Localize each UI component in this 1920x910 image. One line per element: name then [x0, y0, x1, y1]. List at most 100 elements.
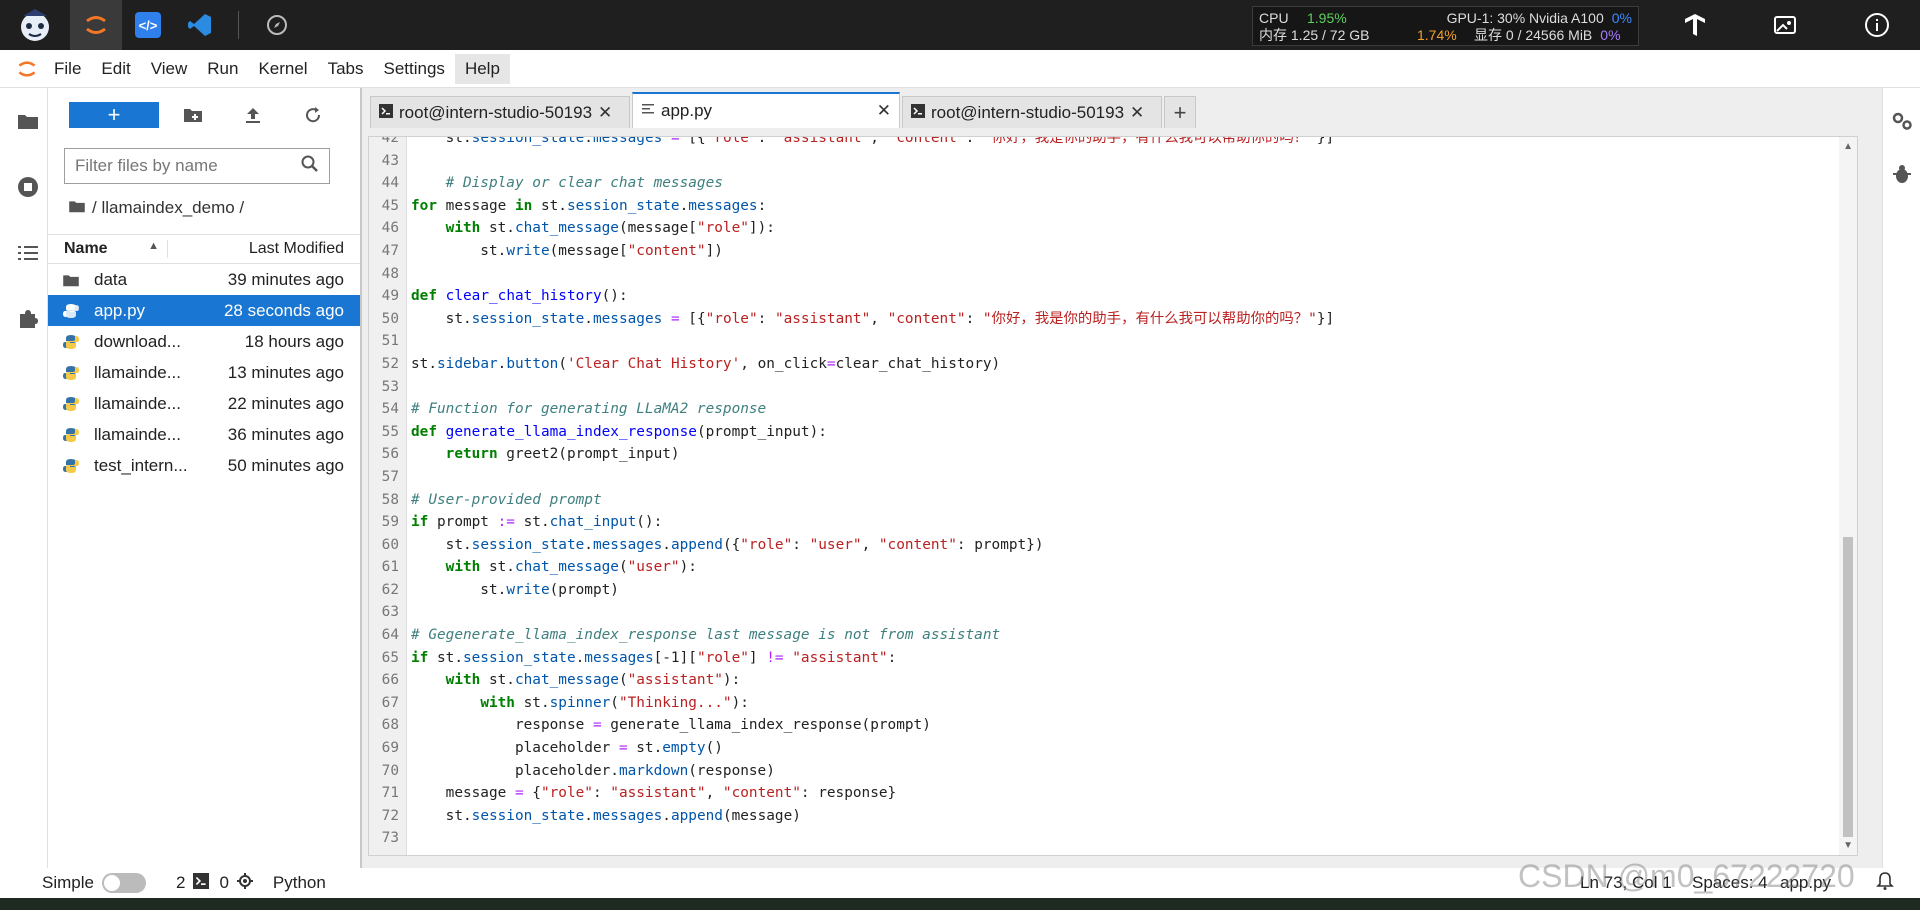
new-launcher-button[interactable]: +: [69, 102, 159, 128]
code-line[interactable]: 56 return greet2(prompt_input): [369, 443, 1857, 466]
tensorflow-icon[interactable]: [1670, 0, 1720, 50]
code-line[interactable]: 60 st.session_state.messages.append({"ro…: [369, 534, 1857, 557]
code-line[interactable]: 54 # Function for generating LLaMA2 respo…: [369, 398, 1857, 421]
filter-files-field[interactable]: [64, 148, 330, 184]
file-row[interactable]: test_intern... 50 minutes ago: [48, 450, 360, 481]
menu-tabs[interactable]: Tabs: [318, 54, 374, 84]
folder-icon[interactable]: [8, 88, 48, 154]
python-icon: [48, 458, 94, 474]
code-line[interactable]: 62 st.write(prompt): [369, 579, 1857, 602]
code-line[interactable]: 55 def generate_llama_index_response(prom…: [369, 421, 1857, 444]
code-line[interactable]: 64 # Gegenerate_llama_index_response last…: [369, 624, 1857, 647]
file-row[interactable]: download... 18 hours ago: [48, 326, 360, 357]
menu-view[interactable]: View: [141, 54, 198, 84]
code-line[interactable]: 68 response = generate_llama_index_respo…: [369, 714, 1857, 737]
file-row[interactable]: data 39 minutes ago: [48, 264, 360, 295]
menu-settings[interactable]: Settings: [374, 54, 455, 84]
running-kernels-icon[interactable]: [8, 154, 48, 220]
code-line[interactable]: 63: [369, 601, 1857, 624]
scrollbar-thumb[interactable]: [1843, 537, 1853, 837]
code-content[interactable]: 42 st.session_state.messages = [{"role":…: [369, 137, 1857, 850]
code-line[interactable]: 42 st.session_state.messages = [{"role":…: [369, 137, 1857, 150]
code-line[interactable]: 50 st.session_state.messages = [{"role":…: [369, 308, 1857, 331]
terminal-icon: [911, 103, 925, 123]
code-line[interactable]: 44 # Display or clear chat messages: [369, 172, 1857, 195]
menu-file[interactable]: File: [44, 54, 91, 84]
code-line[interactable]: 71 message = {"role": "assistant", "cont…: [369, 782, 1857, 805]
code-line[interactable]: 61 with st.chat_message("user"):: [369, 556, 1857, 579]
filter-files-input[interactable]: [75, 156, 301, 176]
code-line[interactable]: 66 with st.chat_message("assistant"):: [369, 669, 1857, 692]
extensions-icon[interactable]: [8, 286, 48, 352]
code-line[interactable]: 70 placeholder.markdown(response): [369, 760, 1857, 783]
new-tab-button[interactable]: +: [1164, 96, 1196, 128]
last-modified-column-header[interactable]: Last Modified: [168, 240, 360, 258]
tab-app-py[interactable]: app.py ✕: [632, 92, 900, 128]
code-line[interactable]: 67 with st.spinner("Thinking..."):: [369, 692, 1857, 715]
upload-icon[interactable]: [223, 106, 283, 124]
tab-terminal-1[interactable]: root@intern-studio-50193 ✕: [370, 96, 630, 128]
folder-icon[interactable]: [68, 198, 86, 218]
info-icon[interactable]: [1852, 0, 1902, 50]
code-line[interactable]: 48: [369, 263, 1857, 286]
file-row[interactable]: llamainde... 36 minutes ago: [48, 419, 360, 450]
code-server-icon[interactable]: </>: [122, 0, 174, 50]
code-line[interactable]: 49 def clear_chat_history():: [369, 285, 1857, 308]
menu-run[interactable]: Run: [197, 54, 248, 84]
code-line[interactable]: 59 if prompt := st.chat_input():: [369, 511, 1857, 534]
tab-label: root@intern-studio-50193: [399, 102, 593, 122]
kernel-name[interactable]: Python: [273, 873, 326, 893]
vram-label: 显存 0 / 24566 MiB: [1474, 27, 1593, 43]
menu-kernel[interactable]: Kernel: [248, 54, 317, 84]
file-row[interactable]: llamainde... 22 minutes ago: [48, 388, 360, 419]
terminal-count[interactable]: 2: [176, 873, 185, 893]
refresh-icon[interactable]: [283, 106, 343, 124]
table-of-contents-icon[interactable]: [8, 220, 48, 286]
code-line[interactable]: 73: [369, 827, 1857, 850]
code-line[interactable]: 47 st.write(message["content"]): [369, 240, 1857, 263]
line-number: 56: [381, 446, 399, 463]
code-line[interactable]: 52 st.sidebar.button('Clear Chat History'…: [369, 353, 1857, 376]
new-folder-icon[interactable]: [163, 107, 223, 123]
file-list: data 39 minutes ago app.py 28 seconds ag…: [48, 264, 360, 481]
menu-help[interactable]: Help: [454, 53, 510, 84]
code-line[interactable]: 57: [369, 466, 1857, 489]
file-row[interactable]: llamainde... 13 minutes ago: [48, 357, 360, 388]
close-icon[interactable]: ✕: [598, 103, 612, 123]
property-inspector-icon[interactable]: [1883, 88, 1920, 154]
scroll-up-icon[interactable]: ▲: [1843, 141, 1853, 152]
code-line[interactable]: 69 placeholder = st.empty(): [369, 737, 1857, 760]
debugger-icon[interactable]: [1883, 154, 1920, 194]
vertical-scrollbar[interactable]: ▲ ▼: [1839, 137, 1857, 855]
line-number: 45: [381, 197, 399, 214]
line-number: 49: [381, 288, 399, 305]
code-line[interactable]: 58 # User-provided prompt: [369, 489, 1857, 512]
code-line[interactable]: 51: [369, 330, 1857, 353]
code-line[interactable]: 65 if st.session_state.messages[-1]["role…: [369, 647, 1857, 670]
kernel-count[interactable]: 0: [219, 873, 228, 893]
tab-terminal-2[interactable]: root@intern-studio-50193 ✕: [902, 96, 1162, 128]
python-icon: [48, 303, 94, 319]
code-line[interactable]: 46 with st.chat_message(message["role"])…: [369, 217, 1857, 240]
code-editor[interactable]: 42 st.session_state.messages = [{"role":…: [368, 136, 1858, 856]
simple-mode-toggle[interactable]: [101, 873, 146, 893]
file-row-selected[interactable]: app.py 28 seconds ago: [48, 295, 360, 326]
breadcrumb-path[interactable]: / llamaindex_demo /: [92, 198, 244, 218]
vscode-icon[interactable]: [174, 0, 226, 50]
scroll-down-icon[interactable]: ▼: [1843, 840, 1853, 851]
code-line[interactable]: 43: [369, 150, 1857, 173]
jupyter-app-icon[interactable]: [70, 0, 122, 50]
search-icon: [301, 155, 319, 178]
compass-icon[interactable]: [251, 0, 303, 50]
name-column-header[interactable]: Name ▲: [48, 240, 168, 258]
code-line[interactable]: 53: [369, 376, 1857, 399]
mascot-logo-icon[interactable]: [0, 0, 70, 50]
notification-bell-icon[interactable]: [1876, 871, 1894, 896]
code-line[interactable]: 72 st.session_state.messages.append(mess…: [369, 805, 1857, 828]
close-icon[interactable]: ✕: [1130, 103, 1144, 123]
close-icon[interactable]: ✕: [877, 101, 891, 121]
menu-edit[interactable]: Edit: [91, 54, 140, 84]
file-name: llamainde...: [94, 424, 181, 444]
code-line[interactable]: 45 for message in st.session_state.messag…: [369, 195, 1857, 218]
screenshot-icon[interactable]: [1760, 0, 1810, 50]
